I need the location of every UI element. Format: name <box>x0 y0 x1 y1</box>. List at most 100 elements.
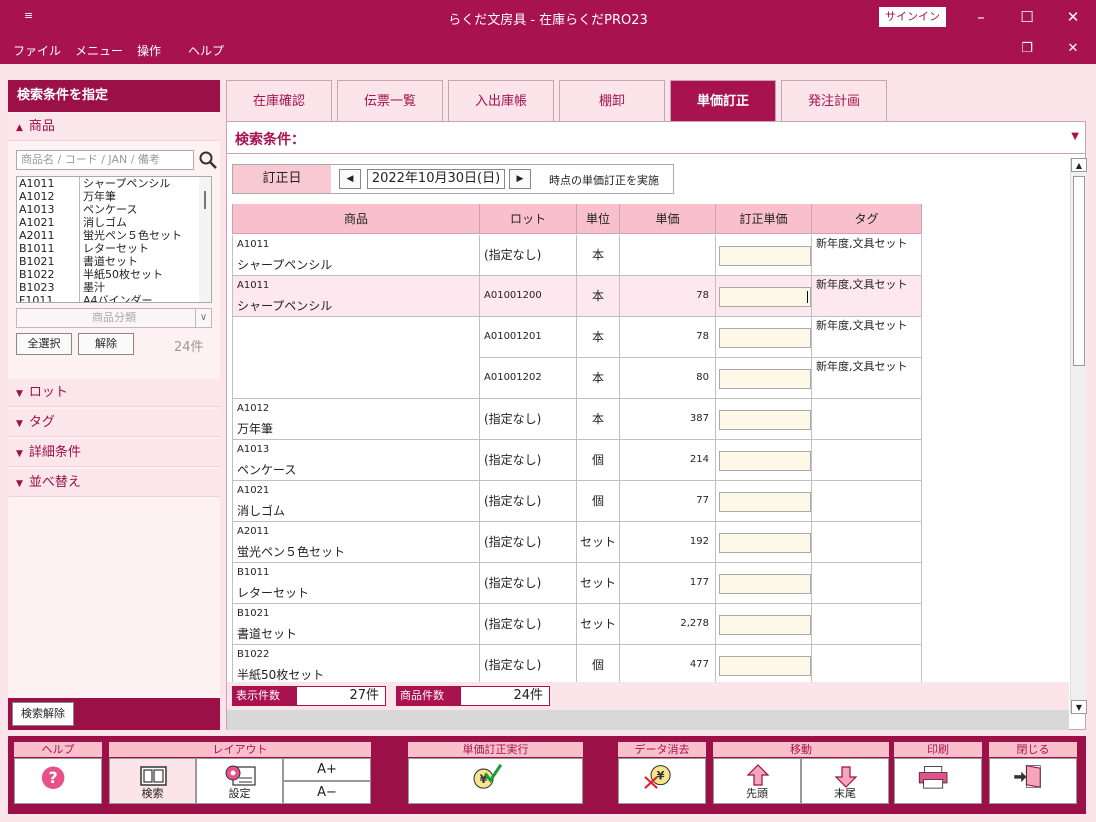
child-close-icon[interactable]: ✕ <box>1050 34 1096 64</box>
product-cell[interactable]: B1011 レターセット <box>232 563 480 604</box>
print-button[interactable] <box>894 758 982 804</box>
list-item[interactable]: A1012 万年筆 <box>17 190 211 203</box>
close-button[interactable] <box>989 758 1077 804</box>
col-header-product[interactable]: 商品 <box>232 204 480 234</box>
tab-order-plan[interactable]: 発注計画 <box>781 80 887 122</box>
tag-cell[interactable] <box>812 399 922 440</box>
execute-correction-button[interactable]: ¥ <box>408 758 583 804</box>
corrected-price-input[interactable] <box>719 615 811 635</box>
lot-cell[interactable]: A01001200 <box>480 276 577 317</box>
tag-cell[interactable] <box>812 604 922 645</box>
search-icon[interactable] <box>198 150 218 170</box>
list-item[interactable]: B1023 墨汁 <box>17 281 211 294</box>
minimize-icon[interactable]: – <box>958 0 1004 34</box>
product-cell[interactable] <box>232 358 480 399</box>
horizontal-scrollbar[interactable] <box>227 710 1069 730</box>
product-cell[interactable]: B1021 書道セット <box>232 604 480 645</box>
list-item[interactable]: A1021 消しゴム <box>17 216 211 229</box>
category-select[interactable]: 商品分類 ∨ <box>16 308 212 328</box>
section-sort[interactable]: ▼ 並べ替え <box>8 469 220 497</box>
lot-cell[interactable]: (指定なし) <box>480 522 577 563</box>
col-header-price[interactable]: 単価 <box>620 204 716 234</box>
tag-cell[interactable]: 新年度,文具セット <box>812 235 922 276</box>
col-header-tag[interactable]: タグ <box>812 204 922 234</box>
menu-file[interactable]: ファイル <box>13 42 61 59</box>
menu-operation[interactable]: 操作 <box>137 42 161 59</box>
lot-cell[interactable]: (指定なし) <box>480 399 577 440</box>
list-item[interactable]: F1011 A4バインダー <box>17 294 211 302</box>
corrected-price-input[interactable] <box>719 287 811 307</box>
corrected-price-input[interactable] <box>719 656 811 676</box>
list-item[interactable]: A1011 シャープペンシル <box>17 177 211 190</box>
tag-cell[interactable] <box>812 481 922 522</box>
section-lot[interactable]: ▼ ロット <box>8 379 220 407</box>
tab-inout[interactable]: 入出庫帳 <box>448 80 554 122</box>
correction-date-field[interactable]: 2022年10月30日(日) <box>367 169 505 189</box>
product-cell[interactable]: A1013 ペンケース <box>232 440 480 481</box>
product-search-input[interactable]: 商品名 / コード / JAN / 備考 <box>16 150 194 170</box>
corrected-price-input[interactable] <box>719 492 811 512</box>
corrected-price-input[interactable] <box>719 533 811 553</box>
product-cell[interactable] <box>232 317 480 358</box>
signin-button[interactable]: サインイン <box>879 7 946 27</box>
lot-cell[interactable]: (指定なし) <box>480 645 577 686</box>
lot-cell[interactable]: (指定なし) <box>480 481 577 522</box>
corrected-price-input[interactable] <box>719 246 811 266</box>
prev-date-button[interactable]: ◀ <box>339 169 361 189</box>
tab-slips[interactable]: 伝票一覧 <box>337 80 443 122</box>
tag-cell[interactable] <box>812 522 922 563</box>
corrected-price-input[interactable] <box>719 574 811 594</box>
tag-cell[interactable] <box>812 563 922 604</box>
product-list[interactable]: A1011 シャープペンシル A1012 万年筆 A1013 ペンケース A1021 消しゴム… <box>16 176 212 303</box>
lot-cell[interactable]: (指定なし) <box>480 563 577 604</box>
product-cell[interactable]: A1012 万年筆 <box>232 399 480 440</box>
list-item[interactable]: B1022 半紙50枚セット <box>17 268 211 281</box>
settings-button[interactable]: 設定 <box>196 758 283 804</box>
product-cell[interactable]: A1021 消しゴム <box>232 481 480 522</box>
go-first-button[interactable]: 先頭 <box>713 758 801 804</box>
clear-search-button[interactable]: 検索解除 <box>12 702 74 726</box>
menu-help[interactable]: ヘルプ <box>188 42 224 59</box>
list-item[interactable]: A2011 蛍光ペン５色セット <box>17 229 211 242</box>
clear-selection-button[interactable]: 解除 <box>78 333 134 355</box>
close-icon[interactable]: ✕ <box>1050 0 1096 34</box>
corrected-price-input[interactable] <box>719 410 811 430</box>
menu-menu[interactable]: メニュー <box>75 42 123 59</box>
font-decrease-button[interactable]: A− <box>283 781 371 804</box>
scroll-down-icon[interactable]: ▼ <box>1071 700 1087 714</box>
go-last-button[interactable]: 末尾 <box>801 758 889 804</box>
product-cell[interactable]: B1022 半紙50枚セット <box>232 645 480 686</box>
tab-stock[interactable]: 在庫確認 <box>226 80 332 122</box>
col-header-lot[interactable]: ロット <box>480 204 577 234</box>
vertical-scrollbar[interactable]: ▲ ▼ <box>1070 158 1087 714</box>
lot-cell[interactable]: A01001202 <box>480 358 577 399</box>
section-detail[interactable]: ▼ 詳細条件 <box>8 439 220 467</box>
product-cell[interactable]: A1011 シャープペンシル <box>232 276 480 317</box>
tag-cell[interactable]: 新年度,文具セット <box>812 358 922 399</box>
tab-price-correction[interactable]: 単価訂正 <box>670 80 776 122</box>
lot-cell[interactable]: (指定なし) <box>480 604 577 645</box>
maximize-icon[interactable]: ☐ <box>1004 0 1050 34</box>
select-all-button[interactable]: 全選択 <box>16 333 72 355</box>
scroll-thumb[interactable] <box>1073 176 1085 366</box>
col-header-unit[interactable]: 単位 <box>577 204 620 234</box>
search-layout-button[interactable]: 検索 <box>109 758 196 804</box>
scroll-up-icon[interactable]: ▲ <box>1071 158 1087 172</box>
list-item[interactable]: A1013 ペンケース <box>17 203 211 216</box>
section-product[interactable]: ▲ 商品 <box>8 113 220 141</box>
tag-cell[interactable]: 新年度,文具セット <box>812 276 922 317</box>
tag-cell[interactable] <box>812 440 922 481</box>
lot-cell[interactable]: (指定なし) <box>480 440 577 481</box>
product-cell[interactable]: A2011 蛍光ペン５色セット <box>232 522 480 563</box>
col-header-corrected-price[interactable]: 訂正単価 <box>716 204 812 234</box>
delete-data-button[interactable]: ¥ <box>618 758 706 804</box>
next-date-button[interactable]: ▶ <box>509 169 531 189</box>
product-list-scrollbar[interactable] <box>199 177 211 302</box>
lot-cell[interactable]: (指定なし) <box>480 235 577 276</box>
restore-icon[interactable]: ❐ <box>1004 34 1050 64</box>
section-tag[interactable]: ▼ タグ <box>8 409 220 437</box>
lot-cell[interactable]: A01001201 <box>480 317 577 358</box>
dropdown-arrow-icon[interactable]: ▼ <box>1071 131 1079 142</box>
help-button[interactable]: ? <box>14 758 102 804</box>
tag-cell[interactable] <box>812 645 922 686</box>
